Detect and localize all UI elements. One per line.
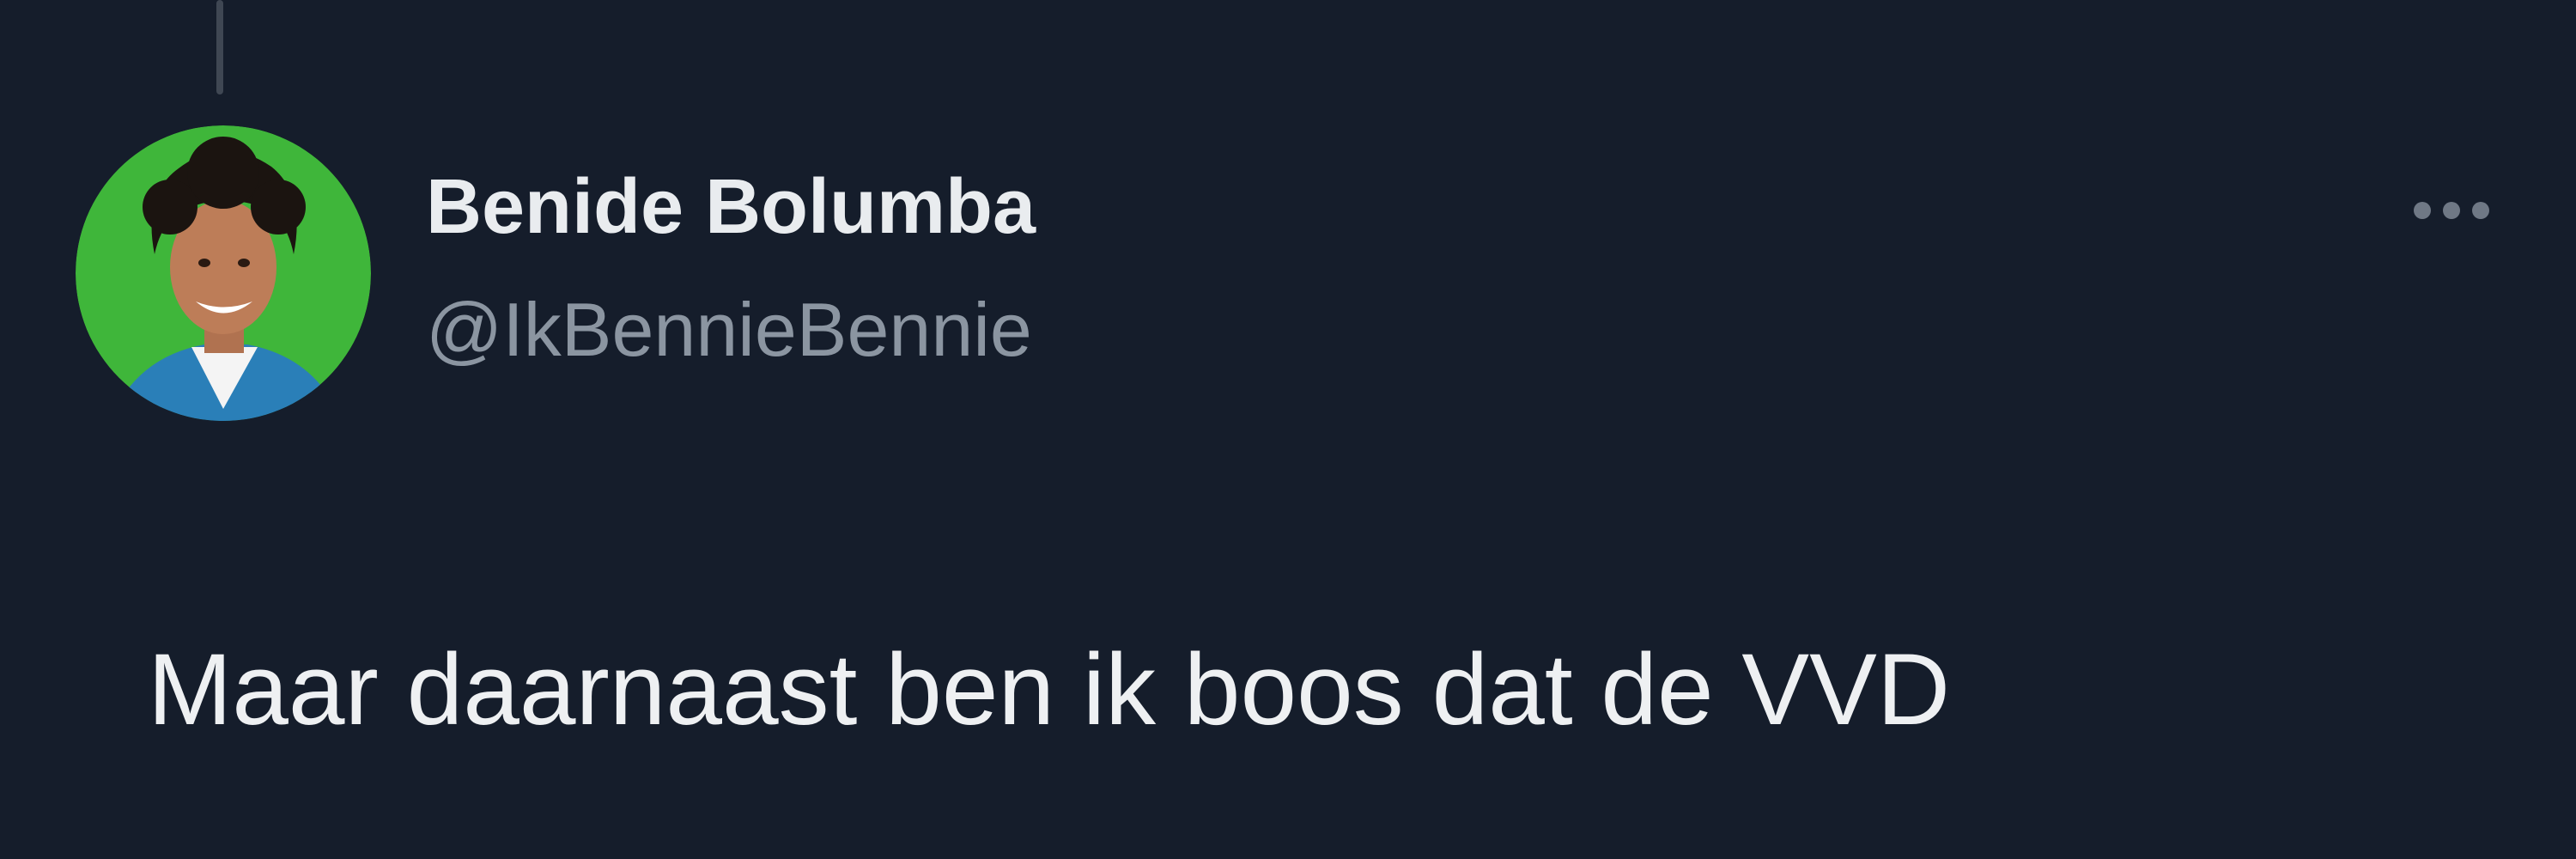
author-handle[interactable]: @IkBennieBennie [426,292,1032,368]
more-options-button[interactable] [2396,189,2507,232]
tweet-card: Benide Bolumba @IkBennieBennie Maar daar… [0,0,2576,859]
more-options-icon-dot [2472,202,2489,219]
profile-photo-icon [76,125,371,421]
avatar[interactable] [76,125,371,421]
tweet-body-text: Maar daarnaast ben ik boos dat de VVD [148,633,1951,746]
more-options-icon-dot [2443,202,2460,219]
author-display-name[interactable]: Benide Bolumba [426,168,1036,246]
thread-connector-line [216,0,223,94]
more-options-icon [2414,202,2431,219]
